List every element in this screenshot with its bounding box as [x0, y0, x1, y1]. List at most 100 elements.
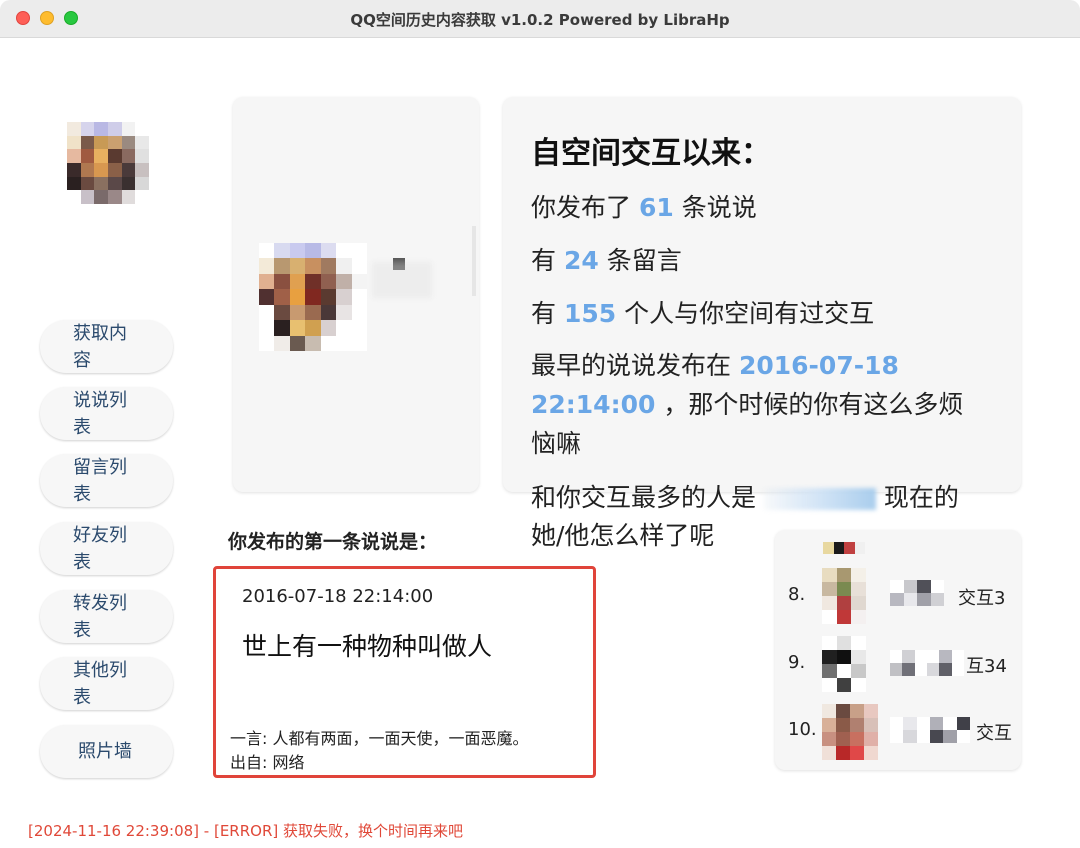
- mosaic-pixel: [836, 664, 852, 678]
- ranking-row-10: 10.: [788, 719, 817, 740]
- mosaic-pixel: [914, 650, 927, 663]
- sidebar-item-fetch-content[interactable]: 获取内容: [40, 320, 173, 373]
- mosaic-pixel: [851, 636, 866, 650]
- mosaic-pixel: [94, 163, 108, 177]
- ranking-name-blurred: [890, 580, 944, 606]
- quote-source: 出自: 网络: [230, 753, 305, 772]
- mosaic-pixel: [320, 243, 337, 259]
- mosaic-pixel: [121, 122, 136, 136]
- mosaic-pixel: [956, 717, 970, 730]
- mosaic-pixel: [822, 664, 837, 678]
- mosaic-pixel: [822, 678, 837, 692]
- mosaic-pixel: [351, 258, 367, 274]
- profile-avatar: [259, 243, 367, 351]
- mosaic-pixel: [864, 718, 878, 732]
- mosaic-pixel: [951, 663, 964, 676]
- mosaic-pixel: [80, 163, 95, 177]
- mosaic-pixel: [336, 335, 352, 351]
- mosaic-pixel: [80, 176, 95, 191]
- mosaic-pixel: [320, 320, 337, 336]
- mosaic-pixel: [822, 568, 837, 582]
- mosaic-pixel: [94, 122, 108, 136]
- mosaic-pixel: [902, 663, 915, 676]
- mosaic-pixel: [289, 320, 306, 336]
- ranking-avatar: [822, 568, 866, 624]
- mosaic-pixel: [902, 650, 915, 663]
- mosaic-pixel: [850, 718, 864, 732]
- mosaic-pixel: [836, 650, 852, 664]
- ranking-count-9: 互34: [966, 656, 1007, 677]
- ranking-name-blurred: [890, 717, 970, 743]
- stat-posts: 你发布了 61 条说说: [531, 193, 757, 222]
- stat-messages: 有 24 条留言: [531, 246, 682, 275]
- mosaic-pixel: [822, 746, 836, 760]
- stat-earliest-tail: 恼嘛: [531, 429, 582, 458]
- mosaic-pixel: [336, 243, 352, 259]
- mosaic-pixel: [289, 335, 306, 351]
- mosaic-pixel: [135, 122, 149, 136]
- mosaic-pixel: [836, 610, 852, 624]
- mosaic-pixel: [274, 273, 290, 290]
- sidebar-item-messages-list[interactable]: 留言列表: [40, 454, 173, 507]
- mosaic-pixel: [926, 663, 940, 676]
- mosaic-pixel: [850, 704, 864, 718]
- mosaic-pixel: [274, 304, 290, 321]
- mosaic-pixel: [289, 258, 306, 274]
- mosaic-pixel: [80, 190, 95, 204]
- earliest-time: 22:14:00: [531, 390, 656, 419]
- mosaic-pixel: [108, 149, 122, 163]
- mosaic-pixel: [903, 580, 917, 593]
- mosaic-pixel: [289, 304, 306, 321]
- mosaic-pixel: [351, 243, 367, 259]
- mosaic-pixel: [851, 678, 866, 692]
- mosaic-pixel: [903, 730, 917, 743]
- mosaic-pixel: [854, 542, 865, 554]
- stats-headline: 自空间交互以来：: [531, 136, 771, 171]
- mosaic-pixel: [822, 704, 836, 718]
- sidebar-item-friends-list[interactable]: 好友列表: [40, 522, 173, 575]
- mosaic-pixel: [135, 163, 149, 177]
- stat-earliest: 最早的说说发布在 2016-07-18: [531, 351, 899, 380]
- mosaic-pixel: [851, 664, 866, 678]
- sidebar-item-posts-list[interactable]: 说说列表: [40, 387, 173, 440]
- mosaic-pixel: [67, 149, 81, 163]
- mosaic-pixel: [914, 663, 927, 676]
- sidebar-item-forwards-list[interactable]: 转发列表: [40, 590, 173, 643]
- card-divider: [472, 226, 476, 296]
- mosaic-pixel: [864, 746, 878, 760]
- mosaic-pixel: [274, 320, 290, 336]
- mosaic-pixel: [822, 718, 836, 732]
- profile-name-blurred: [372, 262, 432, 298]
- mosaic-pixel: [108, 135, 122, 150]
- mosaic-pixel: [305, 304, 321, 321]
- ranking-row-9: 9.: [788, 652, 806, 673]
- mosaic-pixel: [822, 582, 837, 596]
- mosaic-pixel: [80, 135, 95, 150]
- mosaic-pixel: [259, 289, 275, 305]
- mosaic-pixel: [94, 176, 108, 191]
- mosaic-pixel: [890, 593, 904, 606]
- mosaic-pixel: [851, 568, 866, 582]
- mosaic-pixel: [259, 273, 275, 290]
- sidebar-item-photo-wall[interactable]: 照片墙: [40, 725, 173, 778]
- mosaic-pixel: [822, 650, 837, 664]
- mosaic-pixel: [351, 273, 367, 290]
- mosaic-pixel: [851, 610, 866, 624]
- mosaic-pixel: [135, 176, 149, 191]
- mosaic-pixel: [320, 273, 337, 290]
- mosaic-pixel: [851, 596, 866, 610]
- sidebar-item-others-list[interactable]: 其他列表: [40, 657, 173, 710]
- mosaic-pixel: [289, 273, 306, 290]
- mosaic-pixel: [351, 289, 367, 305]
- ranking-name-blurred: [890, 650, 964, 676]
- mosaic-pixel: [956, 730, 970, 743]
- ranking-count-10: 交互: [976, 723, 1012, 744]
- mosaic-pixel: [890, 730, 904, 743]
- mosaic-pixel: [939, 663, 952, 676]
- mosaic-pixel: [336, 273, 352, 290]
- mosaic-pixel: [336, 289, 352, 305]
- mosaic-pixel: [67, 122, 81, 136]
- mosaic-pixel: [121, 149, 136, 163]
- stat-top-friend-tail: 她/他怎么样了呢: [531, 521, 715, 550]
- mosaic-pixel: [850, 732, 864, 746]
